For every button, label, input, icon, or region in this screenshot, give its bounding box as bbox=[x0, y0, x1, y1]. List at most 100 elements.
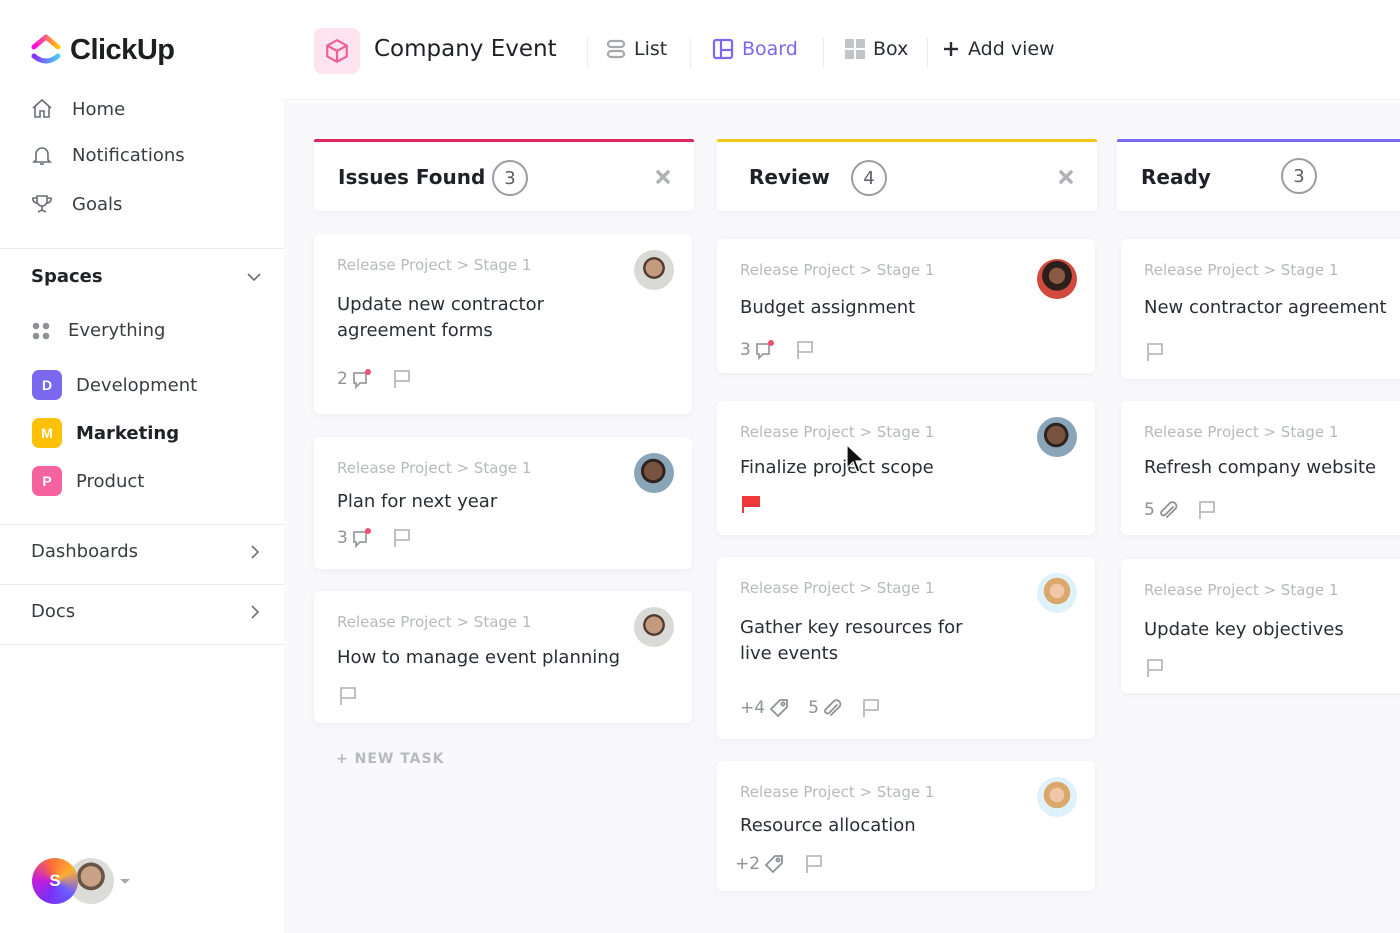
assignee-avatar[interactable] bbox=[1037, 573, 1077, 613]
project-icon bbox=[314, 28, 360, 74]
assignee-avatar[interactable] bbox=[634, 453, 674, 493]
mouse-cursor-icon bbox=[846, 444, 866, 473]
list-icon bbox=[606, 39, 626, 59]
tab-list-label: List bbox=[634, 38, 668, 60]
column-issues-found: Issues Found 3 Release Project > Stage 1… bbox=[314, 139, 694, 767]
task-title: Update new contractor agreement forms bbox=[337, 294, 545, 341]
flag-icon[interactable] bbox=[1196, 499, 1218, 521]
tab-separator bbox=[927, 38, 928, 68]
tab-box[interactable]: Box bbox=[845, 38, 908, 60]
task-path: Release Project > Stage 1 bbox=[740, 783, 935, 801]
sidebar-dashboards[interactable]: Dashboards bbox=[31, 541, 263, 562]
task-title: Budget assignment bbox=[740, 297, 916, 318]
priority-flag-urgent-icon[interactable] bbox=[740, 493, 762, 515]
space-everything[interactable]: Everything bbox=[32, 320, 165, 341]
task-meta: 3 bbox=[740, 339, 816, 361]
task-card[interactable]: Release Project > Stage 1 Refresh compan… bbox=[1121, 401, 1400, 535]
task-card[interactable]: Release Project > Stage 1 Finalize proje… bbox=[717, 401, 1095, 535]
new-task-button[interactable]: + NEW TASK bbox=[336, 751, 444, 767]
home-icon bbox=[32, 98, 52, 118]
task-card[interactable]: Release Project > Stage 1 Plan for next … bbox=[314, 437, 692, 569]
task-path: Release Project > Stage 1 bbox=[337, 256, 532, 274]
comment-icon bbox=[755, 340, 774, 361]
comment-icon bbox=[352, 528, 371, 549]
task-card[interactable]: Release Project > Stage 1 Update new con… bbox=[314, 234, 692, 414]
flag-icon[interactable] bbox=[803, 853, 825, 875]
spaces-header[interactable]: Spaces bbox=[31, 266, 263, 287]
flag-icon[interactable] bbox=[337, 685, 359, 707]
space-badge-product: P bbox=[32, 466, 62, 496]
clickup-logo[interactable]: ClickUp bbox=[30, 32, 175, 68]
attachment-count[interactable]: 5 bbox=[1144, 499, 1178, 521]
task-path: Release Project > Stage 1 bbox=[1144, 581, 1339, 599]
tab-separator bbox=[587, 38, 588, 68]
flag-icon[interactable] bbox=[391, 527, 413, 549]
comment-count[interactable]: 3 bbox=[337, 527, 373, 549]
flag-icon[interactable] bbox=[1144, 341, 1166, 363]
attachment-count[interactable]: 5 bbox=[808, 697, 842, 719]
nav-home[interactable]: Home bbox=[30, 97, 125, 121]
space-everything-label: Everything bbox=[68, 320, 166, 341]
space-badge-development: D bbox=[32, 370, 62, 400]
space-development[interactable]: D Development bbox=[32, 370, 197, 400]
task-path: Release Project > Stage 1 bbox=[1144, 261, 1339, 279]
assignee-avatar[interactable] bbox=[634, 607, 674, 647]
column-header: Review 4 bbox=[717, 139, 1097, 211]
comment-count[interactable]: 2 bbox=[337, 368, 373, 390]
add-view-label: Add view bbox=[968, 38, 1055, 60]
tab-board[interactable]: Board bbox=[712, 38, 798, 60]
task-meta bbox=[1144, 341, 1166, 363]
paperclip-icon bbox=[824, 699, 842, 716]
task-meta bbox=[1144, 657, 1166, 679]
assignee-avatar[interactable] bbox=[1037, 417, 1077, 457]
flag-icon[interactable] bbox=[1144, 657, 1166, 679]
caret-down-icon bbox=[120, 878, 130, 884]
sidebar: ClickUp Home Notifications Goals Spaces … bbox=[0, 0, 284, 933]
space-marketing[interactable]: M Marketing bbox=[32, 418, 179, 448]
column-title: Ready bbox=[1141, 164, 1211, 189]
spaces-label: Spaces bbox=[31, 266, 103, 287]
tag-count[interactable]: +2 bbox=[735, 853, 785, 875]
column-header: Issues Found 3 bbox=[314, 139, 694, 211]
nav-goals[interactable]: Goals bbox=[30, 192, 122, 216]
flag-icon[interactable] bbox=[860, 697, 882, 719]
task-card[interactable]: Release Project > Stage 1 Update key obj… bbox=[1121, 559, 1400, 693]
close-icon[interactable] bbox=[654, 168, 672, 186]
space-product[interactable]: P Product bbox=[32, 466, 144, 496]
task-card[interactable]: Release Project > Stage 1 Resource alloc… bbox=[717, 761, 1095, 891]
task-path: Release Project > Stage 1 bbox=[337, 613, 532, 631]
tag-icon bbox=[764, 855, 783, 874]
brand-name: ClickUp bbox=[70, 33, 175, 66]
task-card[interactable]: Release Project > Stage 1 Budget assignm… bbox=[717, 239, 1095, 373]
task-card[interactable]: Release Project > Stage 1 Gather key res… bbox=[717, 557, 1095, 739]
column-header: Ready 3 bbox=[1117, 139, 1400, 211]
add-view-button[interactable]: Add view bbox=[942, 38, 1055, 60]
task-path: Release Project > Stage 1 bbox=[740, 579, 935, 597]
close-icon[interactable] bbox=[1057, 168, 1075, 186]
comment-count[interactable]: 3 bbox=[740, 339, 776, 361]
cube-icon bbox=[326, 39, 348, 63]
dashboards-label: Dashboards bbox=[31, 541, 139, 562]
tag-count[interactable]: +4 bbox=[740, 697, 790, 719]
trophy-icon bbox=[32, 195, 52, 213]
tab-box-label: Box bbox=[873, 38, 909, 60]
space-marketing-label: Marketing bbox=[76, 422, 180, 444]
task-card[interactable]: Release Project > Stage 1 New contractor… bbox=[1121, 239, 1400, 379]
task-meta: +4 5 bbox=[740, 697, 882, 719]
flag-icon[interactable] bbox=[794, 339, 816, 361]
user-menu[interactable]: S bbox=[32, 858, 130, 904]
clickup-logo-icon bbox=[31, 34, 61, 64]
assignee-avatar[interactable] bbox=[1037, 259, 1077, 299]
task-title: Plan for next year bbox=[337, 491, 498, 512]
assignee-avatar[interactable] bbox=[1037, 777, 1077, 817]
task-card[interactable]: Release Project > Stage 1 How to manage … bbox=[314, 591, 692, 723]
flag-icon[interactable] bbox=[391, 368, 413, 390]
sidebar-docs[interactable]: Docs bbox=[31, 601, 263, 622]
task-path: Release Project > Stage 1 bbox=[740, 423, 935, 441]
column-count-badge: 3 bbox=[1281, 158, 1317, 194]
nav-notifications[interactable]: Notifications bbox=[30, 143, 185, 167]
task-path: Release Project > Stage 1 bbox=[337, 459, 532, 477]
chevron-down-icon bbox=[247, 272, 261, 281]
tab-list[interactable]: List bbox=[606, 38, 667, 60]
assignee-avatar[interactable] bbox=[634, 250, 674, 290]
